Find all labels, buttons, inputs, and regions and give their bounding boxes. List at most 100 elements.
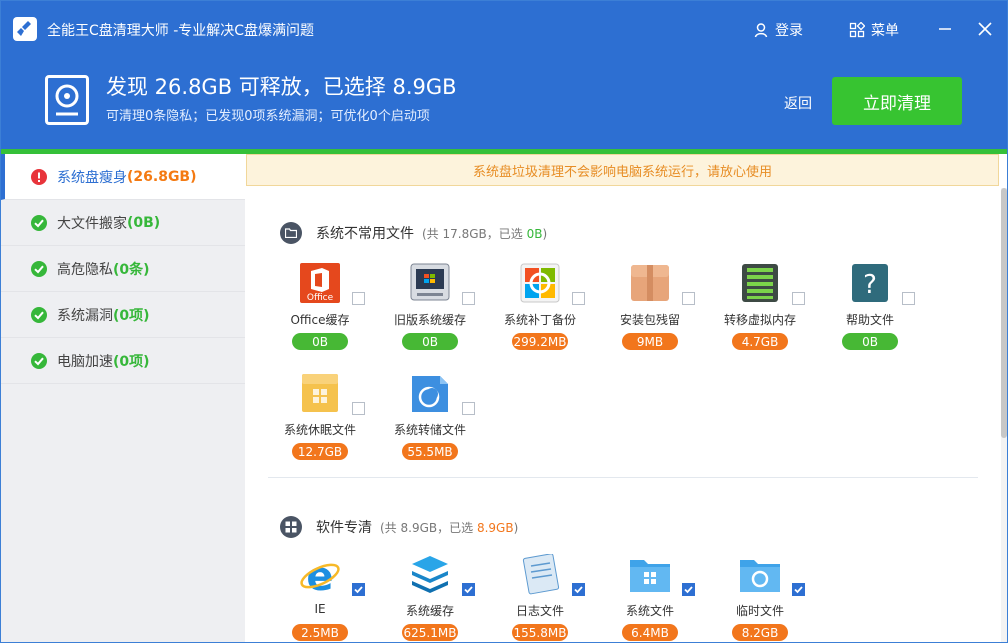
item-checkbox[interactable] bbox=[352, 402, 365, 415]
office-icon: Office bbox=[300, 263, 340, 303]
scan-summary-header: 发现 26.8GB 可释放，已选择 8.9GB 可清理0条隐私；已发现0项系统漏… bbox=[1, 57, 1007, 149]
item-checkbox[interactable] bbox=[462, 402, 475, 415]
memory-chip-icon bbox=[742, 264, 778, 302]
item-size-badge: 12.7GB bbox=[292, 443, 348, 460]
item-checkbox-checked[interactable] bbox=[352, 583, 365, 596]
item-checkbox-checked[interactable] bbox=[462, 583, 475, 596]
patch-backup-icon bbox=[520, 263, 560, 303]
dump-file-icon bbox=[412, 376, 448, 412]
item-size-badge: 4.7GB bbox=[732, 333, 788, 350]
check-circle-icon bbox=[31, 214, 47, 231]
sidebar-item-system-slim[interactable]: 系统盘瘦身 (26.8GB) bbox=[1, 154, 245, 200]
item-label: 系统缓存 bbox=[405, 604, 454, 618]
clean-now-button[interactable]: 立即清理 bbox=[832, 77, 962, 125]
hard-disk-icon bbox=[45, 75, 89, 125]
sidebar-item-label: 高危隐私 bbox=[57, 261, 113, 278]
section-title: 软件专清 bbox=[316, 520, 372, 536]
check-circle-icon bbox=[31, 352, 47, 369]
sidebar-item-count: (0条) bbox=[113, 261, 150, 278]
sidebar-item-label: 系统盘瘦身 bbox=[57, 169, 127, 186]
item-old-system-cache[interactable]: 旧版系统缓存 0B bbox=[375, 263, 485, 363]
section-header-software: 软件专清 (共 8.9GB，已选 8.9GB) bbox=[280, 515, 518, 539]
sidebar-item-privacy[interactable]: 高危隐私 (0条) bbox=[1, 246, 245, 292]
item-label: 转移虚拟内存 bbox=[723, 313, 796, 327]
item-help-files[interactable]: ? 帮助文件 0B bbox=[815, 263, 925, 363]
item-checkbox[interactable] bbox=[462, 292, 475, 305]
item-log-files[interactable]: 日志文件 155.8MB bbox=[485, 554, 595, 642]
item-size-badge: 6.4MB bbox=[622, 624, 678, 641]
item-size-badge: 8.2GB bbox=[732, 624, 788, 641]
item-checkbox[interactable] bbox=[682, 292, 695, 305]
apps-grid-icon bbox=[280, 516, 302, 538]
log-notebook-icon bbox=[522, 554, 560, 595]
scan-headline: 发现 26.8GB 可释放，已选择 8.9GB bbox=[106, 75, 457, 99]
svg-text:?: ? bbox=[863, 270, 877, 300]
menu-label: 菜单 bbox=[871, 23, 899, 39]
section-title: 系统不常用文件 bbox=[316, 226, 414, 242]
item-dump-file[interactable]: 系统转储文件 55.5MB bbox=[375, 373, 485, 473]
item-checkbox-checked[interactable] bbox=[792, 583, 805, 596]
item-system-cache[interactable]: 系统缓存 625.1MB bbox=[375, 554, 485, 642]
help-file-icon: ? bbox=[852, 264, 888, 302]
sidebar-item-label: 大文件搬家 bbox=[57, 215, 127, 232]
windows-folder-icon bbox=[630, 560, 670, 592]
section-header-system-files: 系统不常用文件 (共 17.8GB，已选 0B) bbox=[280, 221, 547, 245]
item-checkbox[interactable] bbox=[902, 292, 915, 305]
folder-section-icon bbox=[280, 222, 302, 244]
item-checkbox-checked[interactable] bbox=[682, 583, 695, 596]
item-size-badge: 155.8MB bbox=[512, 624, 568, 641]
item-temp-files[interactable]: 临时文件 8.2GB bbox=[705, 554, 815, 642]
section-meta: (共 17.8GB，已选 0B) bbox=[422, 226, 548, 241]
item-label: 系统补丁备份 bbox=[503, 313, 576, 327]
login-label: 登录 bbox=[775, 23, 803, 39]
item-patch-backup[interactable]: 系统补丁备份 299.2MB bbox=[485, 263, 595, 363]
item-virtual-memory[interactable]: 转移虚拟内存 4.7GB bbox=[705, 263, 815, 363]
sidebar-item-label: 系统漏洞 bbox=[57, 307, 113, 324]
item-label: 系统转储文件 bbox=[393, 423, 466, 437]
layers-icon bbox=[412, 556, 448, 593]
item-label: IE bbox=[314, 602, 326, 616]
section-divider bbox=[268, 477, 978, 478]
main-content: 系统盘垃圾清理不会影响电脑系统运行，请放心使用 系统不常用文件 (共 17.8G… bbox=[246, 154, 1007, 642]
sidebar-item-count: (0项) bbox=[113, 353, 150, 370]
item-ie[interactable]: e IE 2.5MB bbox=[265, 554, 375, 642]
minimize-button[interactable] bbox=[933, 17, 957, 41]
item-office-cache[interactable]: Office Office缓存 0B bbox=[265, 263, 375, 363]
item-label: 旧版系统缓存 bbox=[393, 313, 466, 327]
sidebar-item-speedup[interactable]: 电脑加速 (0项) bbox=[1, 338, 245, 384]
item-size-badge: 299.2MB bbox=[512, 333, 568, 350]
item-label: 系统休眠文件 bbox=[283, 423, 356, 437]
item-size-badge: 0B bbox=[402, 333, 458, 350]
login-button[interactable]: 登录 bbox=[753, 19, 803, 41]
app-window: 全能王C盘清理大师 -专业解决C盘爆满问题 登录 菜单 发现 26.8GB 可释… bbox=[0, 0, 1008, 643]
section-meta: (共 8.9GB，已选 8.9GB) bbox=[380, 520, 519, 535]
sidebar-item-count: (0项) bbox=[113, 307, 150, 324]
hibernate-folder-icon bbox=[302, 374, 338, 412]
item-installer-leftovers[interactable]: 安装包残留 9MB bbox=[595, 263, 705, 363]
temp-folder-icon bbox=[740, 560, 780, 592]
item-checkbox[interactable] bbox=[352, 292, 365, 305]
item-label: 帮助文件 bbox=[845, 313, 894, 327]
item-system-files[interactable]: 系统文件 6.4MB bbox=[595, 554, 705, 642]
scrollbar-thumb[interactable] bbox=[1001, 188, 1007, 438]
sidebar-item-vulnerabilities[interactable]: 系统漏洞 (0项) bbox=[1, 292, 245, 338]
package-box-icon bbox=[631, 265, 669, 301]
item-size-badge: 2.5MB bbox=[292, 624, 348, 641]
item-hibernate-file[interactable]: 系统休眠文件 12.7GB bbox=[265, 373, 375, 473]
scan-subline: 可清理0条隐私；已发现0项系统漏洞；可优化0个启动项 bbox=[106, 109, 430, 124]
grid-menu-icon bbox=[849, 22, 865, 38]
item-label: 系统文件 bbox=[625, 604, 674, 618]
item-checkbox[interactable] bbox=[792, 292, 805, 305]
warning-icon bbox=[31, 168, 47, 185]
sidebar-item-label: 电脑加速 bbox=[57, 353, 113, 370]
scrollbar[interactable] bbox=[1001, 188, 1007, 642]
close-button[interactable] bbox=[973, 17, 997, 41]
item-checkbox[interactable] bbox=[572, 292, 585, 305]
item-label: 日志文件 bbox=[515, 604, 564, 618]
back-link[interactable]: 返回 bbox=[784, 93, 812, 113]
item-size-badge: 9MB bbox=[622, 333, 678, 350]
menu-button[interactable]: 菜单 bbox=[849, 19, 899, 41]
sidebar-item-count: (26.8GB) bbox=[127, 168, 197, 185]
item-checkbox-checked[interactable] bbox=[572, 583, 585, 596]
sidebar-item-large-files[interactable]: 大文件搬家 (0B) bbox=[1, 200, 245, 246]
